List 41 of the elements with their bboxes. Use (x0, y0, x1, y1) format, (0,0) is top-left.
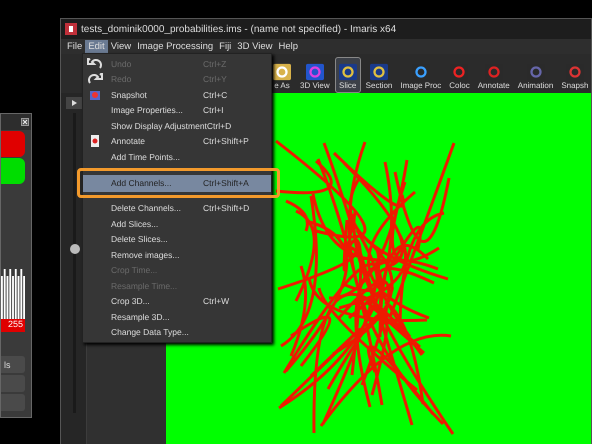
max-value: 255 (1, 319, 25, 332)
menu-item[interactable]: View (108, 40, 134, 53)
menu-entry[interactable]: Snapshot Ctrl+C (83, 87, 271, 102)
toolbar-button[interactable]: Slice (334, 57, 361, 93)
close-icon[interactable] (21, 118, 29, 126)
slider-handle[interactable] (70, 244, 80, 254)
menu-item[interactable]: Fiji (216, 40, 234, 53)
tool-icon (272, 63, 292, 81)
menu-entry[interactable]: Show Display AdjustmentCtrl+D (83, 118, 271, 134)
menu-entry[interactable]: Change Data Type... (83, 324, 271, 340)
redo-icon (87, 73, 103, 86)
toolbar-button[interactable]: 3D View (297, 57, 333, 93)
tool-icon (338, 63, 358, 81)
menu-entry[interactable]: Annotate Ctrl+Shift+P (83, 134, 271, 149)
menu-entry[interactable]: Add Time Points... (83, 149, 271, 164)
menu-entry[interactable]: Remove images... (83, 247, 271, 262)
menu-entry[interactable]: Add Channels... Ctrl+Shift+A (83, 174, 271, 192)
tool-icon (304, 63, 325, 81)
toolbar-button[interactable]: Section (362, 57, 396, 93)
camera-icon (87, 88, 103, 101)
menu-entry[interactable]: Image Properties... Ctrl+I (83, 102, 271, 118)
menu-entry[interactable]: Resample 3D... (83, 309, 271, 324)
app-icon (65, 23, 77, 35)
menu-item[interactable]: 3D View (234, 40, 276, 53)
menu-entry[interactable]: Delete Slices... (83, 232, 271, 247)
toolbar-button[interactable]: Annotate (474, 57, 513, 93)
menu-entry[interactable]: Crop 3D... Ctrl+W (83, 294, 271, 309)
toolbar-button[interactable]: Snapsh (558, 57, 591, 93)
menu-item[interactable]: Help (276, 40, 302, 53)
toolbar-button[interactable]: Image Proc (397, 57, 444, 93)
undo-icon (87, 58, 103, 70)
tool-icon (369, 63, 389, 81)
window-title: tests_dominik0000_probabilities.ims - (name not specified) - Imaris x64 (81, 24, 396, 34)
menu-item[interactable]: File (64, 40, 86, 53)
toolbar-button[interactable]: Coloc (446, 57, 473, 93)
panel-button[interactable]: ls (1, 356, 25, 373)
menu-entry[interactable]: Add Slices... (83, 216, 271, 232)
toolbar-button[interactable]: Animation (514, 57, 556, 93)
play-icon[interactable] (66, 97, 82, 109)
menu-item[interactable]: Image Processing (134, 40, 216, 53)
menu-entry[interactable]: Delete Channels... Ctrl+Shift+D (83, 200, 271, 216)
